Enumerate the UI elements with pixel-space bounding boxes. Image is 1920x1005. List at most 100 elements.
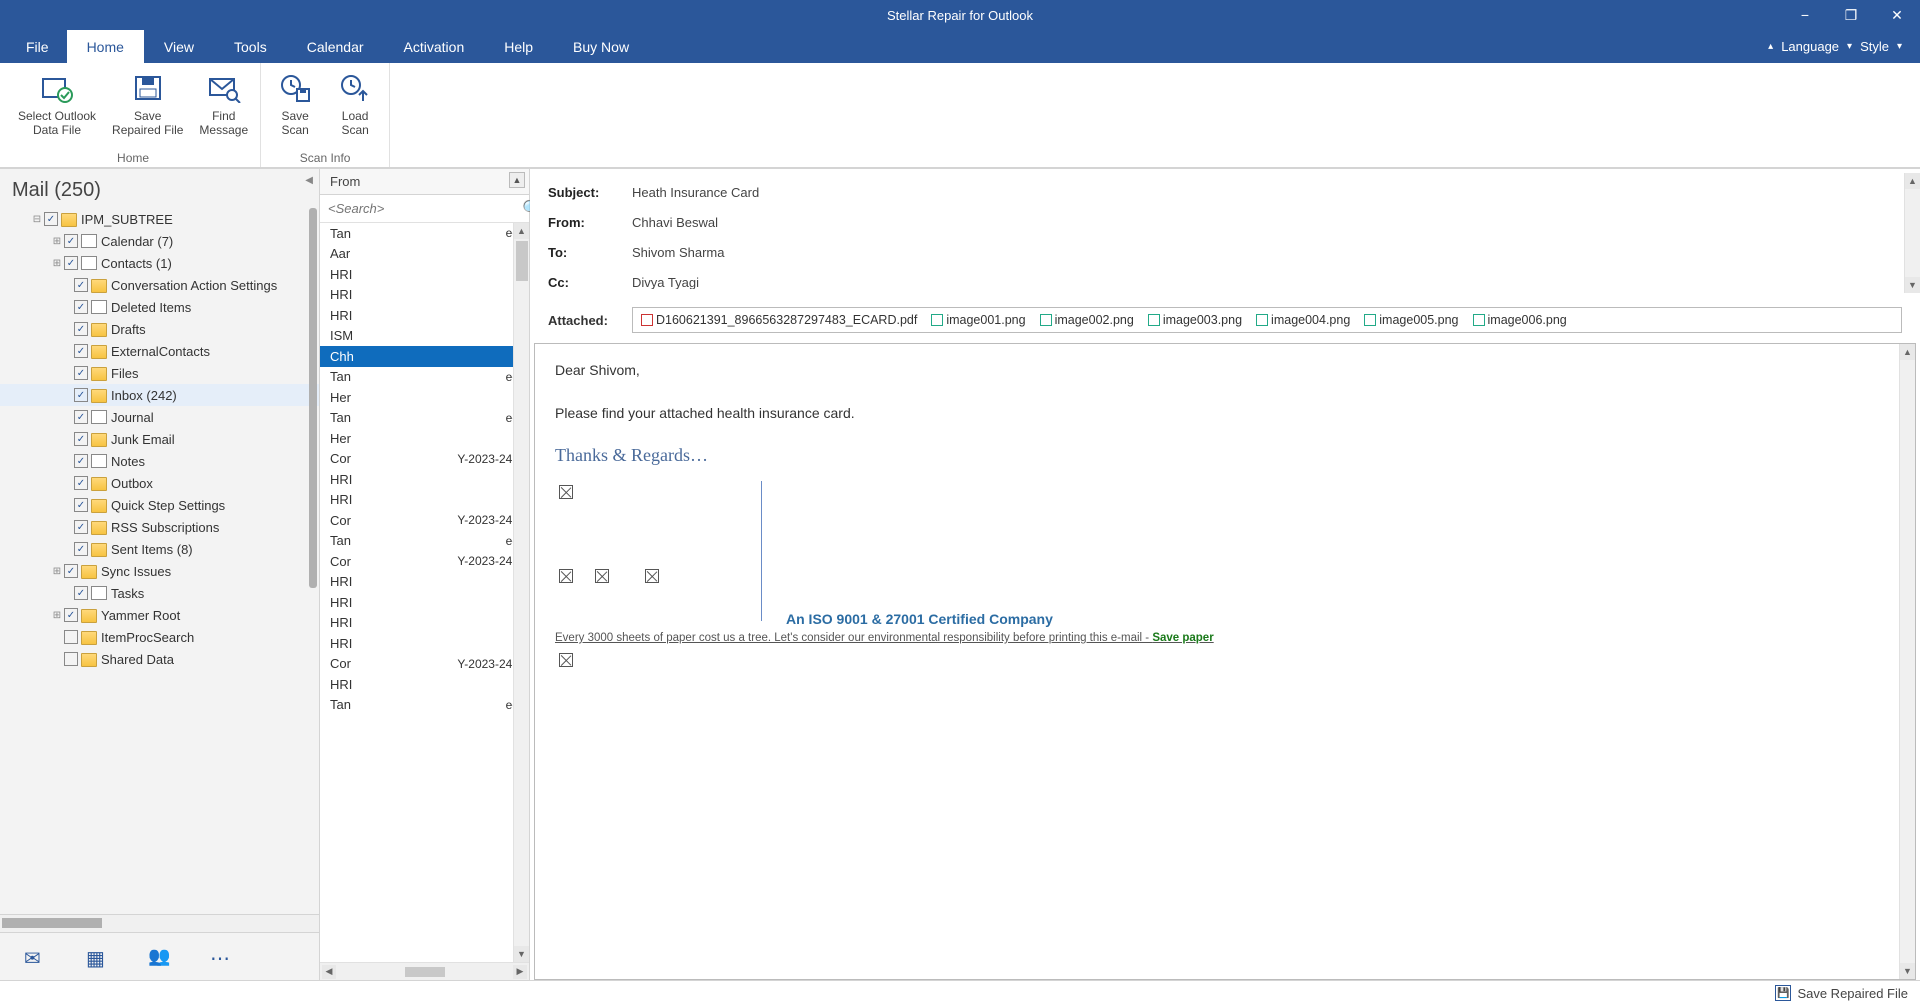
message-item[interactable]: HRI bbox=[320, 592, 529, 613]
tree-node[interactable]: ✓Conversation Action Settings bbox=[0, 274, 319, 296]
folder-tree[interactable]: ⊟✓IPM_SUBTREE⊞✓Calendar (7)⊞✓Contacts (1… bbox=[0, 208, 319, 914]
checkbox[interactable]: ✓ bbox=[44, 212, 58, 226]
attachment-item[interactable]: image004.png bbox=[1256, 313, 1350, 327]
tree-node[interactable]: ✓Sent Items (8) bbox=[0, 538, 319, 560]
message-item[interactable]: Her bbox=[320, 387, 529, 408]
checkbox[interactable]: ✓ bbox=[74, 432, 88, 446]
message-item[interactable]: Tanee bbox=[320, 531, 529, 552]
menu-calendar[interactable]: Calendar bbox=[287, 30, 384, 63]
tree-node[interactable]: ✓Files bbox=[0, 362, 319, 384]
message-item[interactable]: CorY-2023-24 . bbox=[320, 510, 529, 531]
save-repaired-file-button[interactable]: Save Repaired File bbox=[104, 67, 191, 148]
tree-node[interactable]: ✓Outbox bbox=[0, 472, 319, 494]
collapse-pane-icon[interactable]: ◀ bbox=[305, 175, 313, 186]
column-from[interactable]: From bbox=[330, 174, 360, 189]
save-scan-button[interactable]: Save Scan bbox=[265, 67, 325, 148]
tree-node[interactable]: ✓Journal bbox=[0, 406, 319, 428]
scroll-down-icon[interactable]: ▼ bbox=[1900, 963, 1915, 979]
header-scrollbar[interactable]: ▲ ▼ bbox=[1904, 173, 1920, 293]
tree-hscroll[interactable] bbox=[0, 914, 319, 932]
find-message-button[interactable]: Find Message bbox=[191, 67, 256, 148]
expander-icon[interactable]: ⊟ bbox=[30, 214, 44, 225]
attachment-item[interactable]: image005.png bbox=[1364, 313, 1458, 327]
message-item[interactable]: HRI bbox=[320, 490, 529, 511]
checkbox[interactable]: ✓ bbox=[74, 586, 88, 600]
message-item[interactable]: Aar bbox=[320, 244, 529, 265]
checkbox[interactable]: ✓ bbox=[74, 278, 88, 292]
checkbox[interactable]: ✓ bbox=[74, 454, 88, 468]
tree-node[interactable]: ✓Junk Email bbox=[0, 428, 319, 450]
message-item[interactable]: Chh bbox=[320, 346, 529, 367]
sort-up-icon[interactable]: ▲ bbox=[509, 172, 525, 188]
tree-node[interactable]: ✓Notes bbox=[0, 450, 319, 472]
checkbox[interactable]: ✓ bbox=[64, 564, 78, 578]
body-scrollbar[interactable]: ▲ ▼ bbox=[1899, 344, 1915, 979]
message-item[interactable]: Tanee bbox=[320, 695, 529, 716]
checkbox[interactable]: ✓ bbox=[74, 498, 88, 512]
tree-node[interactable]: ⊞✓Sync Issues bbox=[0, 560, 319, 582]
scroll-down-icon[interactable]: ▼ bbox=[514, 946, 529, 962]
checkbox[interactable]: ✓ bbox=[74, 388, 88, 402]
checkbox[interactable]: ✓ bbox=[74, 476, 88, 490]
language-dropdown[interactable]: Language bbox=[1781, 39, 1839, 54]
expander-icon[interactable]: ⊞ bbox=[50, 566, 64, 577]
checkbox[interactable] bbox=[64, 630, 78, 644]
attachment-item[interactable]: image002.png bbox=[1040, 313, 1134, 327]
message-item[interactable]: Tanee bbox=[320, 408, 529, 429]
scroll-left-icon[interactable]: ◀ bbox=[322, 965, 336, 979]
message-item[interactable]: Tanee bbox=[320, 367, 529, 388]
menu-activation[interactable]: Activation bbox=[384, 30, 485, 63]
menu-help[interactable]: Help bbox=[484, 30, 553, 63]
tree-node[interactable]: Shared Data bbox=[0, 648, 319, 670]
tree-node[interactable]: ✓Quick Step Settings bbox=[0, 494, 319, 516]
menu-tools[interactable]: Tools bbox=[214, 30, 287, 63]
message-item[interactable]: HRI bbox=[320, 572, 529, 593]
message-item[interactable]: ISM bbox=[320, 326, 529, 347]
save-paper-link[interactable]: Save paper bbox=[1152, 632, 1213, 644]
menu-home[interactable]: Home bbox=[67, 30, 144, 63]
message-item[interactable]: HRI bbox=[320, 285, 529, 306]
checkbox[interactable]: ✓ bbox=[64, 608, 78, 622]
load-scan-button[interactable]: Load Scan bbox=[325, 67, 385, 148]
checkbox[interactable]: ✓ bbox=[64, 256, 78, 270]
close-button[interactable]: ✕ bbox=[1874, 0, 1920, 30]
checkbox[interactable]: ✓ bbox=[74, 520, 88, 534]
tree-node[interactable]: ItemProcSearch bbox=[0, 626, 319, 648]
tree-node[interactable]: ⊞✓Contacts (1) bbox=[0, 252, 319, 274]
message-item[interactable]: HRI bbox=[320, 469, 529, 490]
scroll-down-icon[interactable]: ▼ bbox=[1905, 277, 1920, 293]
checkbox[interactable]: ✓ bbox=[74, 542, 88, 556]
menu-file[interactable]: File bbox=[8, 30, 67, 63]
tree-node[interactable]: ⊟✓IPM_SUBTREE bbox=[0, 208, 319, 230]
expander-icon[interactable]: ⊞ bbox=[50, 610, 64, 621]
message-item[interactable]: CorY-2023-24 . bbox=[320, 551, 529, 572]
tree-node[interactable]: ⊞✓Yammer Root bbox=[0, 604, 319, 626]
save-icon[interactable]: 💾 bbox=[1775, 985, 1791, 1001]
attachment-item[interactable]: image003.png bbox=[1148, 313, 1242, 327]
checkbox[interactable]: ✓ bbox=[74, 366, 88, 380]
attachment-item[interactable]: image001.png bbox=[931, 313, 1025, 327]
message-item[interactable]: HRI bbox=[320, 613, 529, 634]
tree-node[interactable]: ✓Tasks bbox=[0, 582, 319, 604]
more-nav-icon[interactable]: ⋯ bbox=[210, 946, 236, 968]
message-item[interactable]: HRI bbox=[320, 674, 529, 695]
expander-icon[interactable]: ⊞ bbox=[50, 258, 64, 269]
checkbox[interactable]: ✓ bbox=[74, 410, 88, 424]
tree-node[interactable]: ✓Deleted Items bbox=[0, 296, 319, 318]
scroll-up-icon[interactable]: ▲ bbox=[1900, 344, 1915, 360]
menu-buy-now[interactable]: Buy Now bbox=[553, 30, 649, 63]
scroll-up-icon[interactable]: ▲ bbox=[514, 223, 529, 239]
msglist-hscroll[interactable]: ◀ ▶ bbox=[320, 962, 529, 980]
scroll-right-icon[interactable]: ▶ bbox=[513, 965, 527, 979]
checkbox[interactable]: ✓ bbox=[64, 234, 78, 248]
msglist-vscroll[interactable]: ▲ ▼ bbox=[513, 223, 529, 962]
tree-node[interactable]: ✓Inbox (242) bbox=[0, 384, 319, 406]
checkbox[interactable]: ✓ bbox=[74, 322, 88, 336]
attachment-item[interactable]: image006.png bbox=[1473, 313, 1567, 327]
message-item[interactable]: CorY-2023-24 . bbox=[320, 449, 529, 470]
calendar-nav-icon[interactable]: ▦ bbox=[86, 946, 112, 968]
checkbox[interactable]: ✓ bbox=[74, 300, 88, 314]
tree-node[interactable]: ✓ExternalContacts bbox=[0, 340, 319, 362]
message-item[interactable]: Her bbox=[320, 428, 529, 449]
maximize-button[interactable]: ❐ bbox=[1828, 0, 1874, 30]
